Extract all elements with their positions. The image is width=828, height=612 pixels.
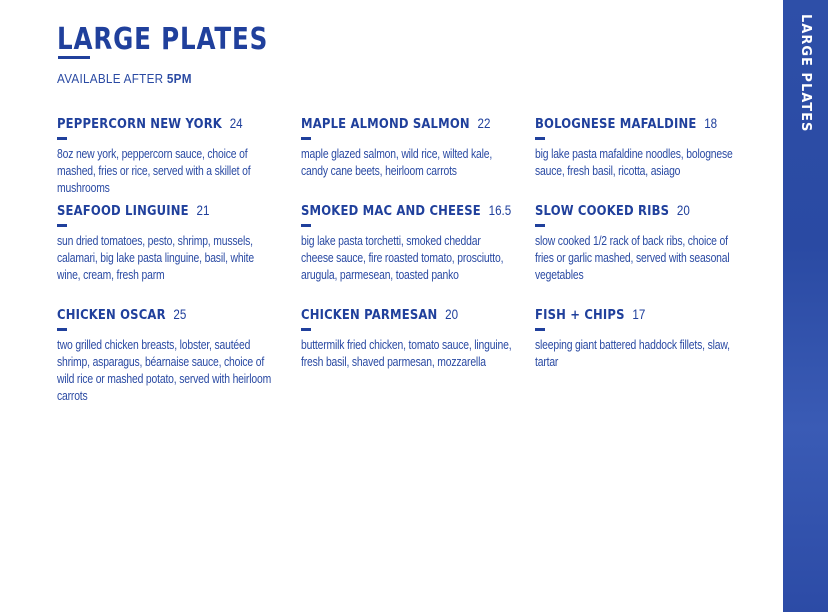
menu-item: CHICKEN PARMESAN 20 buttermilk fried chi… bbox=[301, 307, 526, 371]
menu-item-header: SMOKED MAC AND CHEESE 16.5 bbox=[301, 203, 511, 219]
menu-item-price: 25 bbox=[173, 307, 187, 322]
menu-item: FISH + CHIPS 17 sleeping giant battered … bbox=[535, 307, 760, 371]
menu-item-divider bbox=[57, 328, 67, 331]
menu-item-description: buttermilk fried chicken, tomato sauce, … bbox=[301, 338, 512, 369]
menu-item-description: maple glazed salmon, wild rice, wilted k… bbox=[301, 147, 493, 178]
menu-item: SLOW COOKED RIBS 20 slow cooked 1/2 rack… bbox=[535, 203, 760, 284]
menu-item-price: 17 bbox=[632, 307, 646, 322]
title-underline bbox=[58, 56, 90, 59]
menu-item-name: MAPLE ALMOND SALMON bbox=[301, 116, 470, 132]
menu-item: MAPLE ALMOND SALMON 22 maple glazed salm… bbox=[301, 116, 526, 180]
availability-time: 5PM bbox=[166, 71, 192, 86]
side-band: LARGE PLATES bbox=[783, 0, 828, 612]
menu-item-description: slow cooked 1/2 rack of back ribs, choic… bbox=[535, 234, 730, 282]
menu-item-header: SEAFOOD LINGUINE 21 bbox=[57, 203, 251, 219]
availability-prefix: AVAILABLE AFTER bbox=[57, 71, 164, 86]
menu-item: SMOKED MAC AND CHEESE 16.5 big lake past… bbox=[301, 203, 526, 284]
menu-item-price: 20 bbox=[445, 307, 459, 322]
menu-item-name: CHICKEN OSCAR bbox=[57, 307, 166, 323]
menu-item-price: 18 bbox=[704, 116, 718, 131]
menu-page: LARGE PLATES AVAILABLE AFTER 5PM PEPPERC… bbox=[0, 0, 783, 612]
menu-item-name: SLOW COOKED RIBS bbox=[535, 203, 670, 219]
page-title: LARGE PLATES bbox=[57, 22, 269, 57]
menu-item-divider bbox=[535, 137, 545, 140]
menu-item-header: CHICKEN PARMESAN 20 bbox=[301, 307, 495, 323]
menu-item-description: sun dried tomatoes, pesto, shrimp, musse… bbox=[57, 234, 254, 282]
menu-item-name: SEAFOOD LINGUINE bbox=[57, 203, 189, 219]
menu-item-description: big lake pasta torchetti, smoked cheddar… bbox=[301, 234, 504, 282]
availability-note: AVAILABLE AFTER 5PM bbox=[57, 71, 192, 86]
menu-item-divider bbox=[57, 137, 67, 140]
menu-item-header: FISH + CHIPS 17 bbox=[535, 307, 729, 323]
menu-item-price: 16.5 bbox=[488, 203, 512, 218]
menu-item-divider bbox=[57, 224, 67, 227]
menu-item-description: two grilled chicken breasts, lobster, sa… bbox=[57, 338, 272, 403]
menu-item-description: sleeping giant battered haddock fillets,… bbox=[535, 338, 730, 369]
menu-item: PEPPERCORN NEW YORK 24 8oz new york, pep… bbox=[57, 116, 282, 197]
menu-item-name: BOLOGNESE MAFALDINE bbox=[535, 116, 697, 132]
menu-item-divider bbox=[301, 224, 311, 227]
menu-item-header: BOLOGNESE MAFALDINE 18 bbox=[535, 116, 729, 132]
side-band-label: LARGE PLATES bbox=[798, 14, 813, 133]
menu-item: BOLOGNESE MAFALDINE 18 big lake pasta ma… bbox=[535, 116, 760, 180]
menu-item-divider bbox=[535, 224, 545, 227]
menu-item-price: 22 bbox=[477, 116, 491, 131]
menu-item: CHICKEN OSCAR 25 two grilled chicken bre… bbox=[57, 307, 282, 405]
menu-item-divider bbox=[301, 137, 311, 140]
menu-item-price: 20 bbox=[676, 203, 690, 218]
menu-item-divider bbox=[535, 328, 545, 331]
menu-item-name: CHICKEN PARMESAN bbox=[301, 307, 438, 323]
menu-item-divider bbox=[301, 328, 311, 331]
menu-item-name: SMOKED MAC AND CHEESE bbox=[301, 203, 481, 219]
menu-item-header: SLOW COOKED RIBS 20 bbox=[535, 203, 729, 219]
menu-item-description: big lake pasta mafaldine noodles, bologn… bbox=[535, 147, 733, 178]
menu-item-header: PEPPERCORN NEW YORK 24 bbox=[57, 116, 251, 132]
menu-item-description: 8oz new york, peppercorn sauce, choice o… bbox=[57, 147, 251, 195]
menu-item-header: MAPLE ALMOND SALMON 22 bbox=[301, 116, 495, 132]
menu-item: SEAFOOD LINGUINE 21 sun dried tomatoes, … bbox=[57, 203, 282, 284]
menu-item-name: PEPPERCORN NEW YORK bbox=[57, 116, 222, 132]
menu-item-price: 24 bbox=[229, 116, 243, 131]
menu-item-price: 21 bbox=[196, 203, 210, 218]
menu-item-name: FISH + CHIPS bbox=[535, 307, 625, 323]
menu-item-header: CHICKEN OSCAR 25 bbox=[57, 307, 251, 323]
